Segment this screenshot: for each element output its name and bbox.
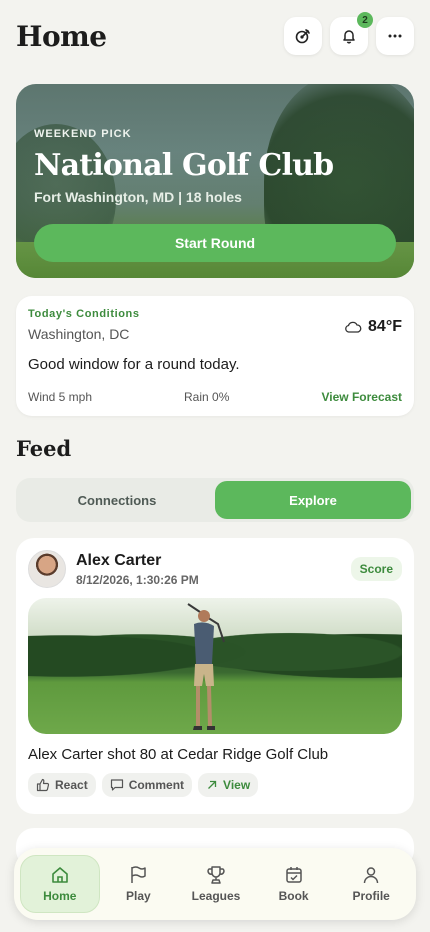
react-label: React — [55, 778, 88, 792]
conditions-message: Good window for a round today. — [28, 356, 240, 373]
feed-post: Alex Carter 8/12/2026, 1:30:26 PM Score … — [16, 538, 414, 814]
header-actions: 2 — [284, 12, 414, 55]
tab-play-label: Play — [126, 889, 151, 903]
conditions-card: Today's Conditions Washington, DC 84°F G… — [16, 296, 414, 416]
tab-home[interactable]: Home — [20, 855, 100, 913]
more-button[interactable] — [376, 17, 414, 55]
post-meta: Alex Carter 8/12/2026, 1:30:26 PM — [76, 552, 199, 587]
view-button[interactable]: View — [198, 773, 259, 797]
tab-leagues-label: Leagues — [191, 889, 241, 903]
header: Home 2 — [16, 12, 414, 56]
comment-icon — [110, 778, 124, 792]
wind-stat: Wind 5 mph — [28, 390, 93, 404]
featured-course-card[interactable]: WEEKEND PICK National Golf Club Fort Was… — [16, 84, 414, 278]
comment-button[interactable]: Comment — [101, 773, 193, 797]
feed-segmented-control: Connections Explore — [16, 478, 414, 522]
thumbs-up-icon — [36, 778, 50, 792]
target-icon — [295, 28, 311, 44]
tab-profile[interactable]: Profile — [332, 855, 410, 913]
post-image[interactable] — [28, 598, 402, 734]
cloud-icon — [344, 320, 362, 334]
flag-icon — [128, 865, 148, 885]
tab-profile-label: Profile — [352, 889, 390, 903]
temperature: 84°F — [344, 318, 402, 336]
view-label: View — [223, 778, 251, 792]
golfer-figure — [187, 603, 225, 730]
post-author[interactable]: Alex Carter — [76, 552, 199, 570]
bottom-tab-bar: Home Play Leagues Book Profile — [14, 848, 416, 920]
tab-connections[interactable]: Connections — [19, 481, 215, 519]
arrow-up-right-icon — [206, 779, 218, 791]
tab-play[interactable]: Play — [100, 855, 178, 913]
post-header: Alex Carter 8/12/2026, 1:30:26 PM Score — [28, 550, 402, 588]
avatar[interactable] — [28, 550, 66, 588]
user-icon — [361, 865, 381, 885]
page-title: Home — [16, 19, 107, 53]
react-button[interactable]: React — [28, 773, 96, 797]
tab-book-label: Book — [278, 889, 309, 903]
post-actions: React Comment View — [28, 773, 402, 797]
tab-book[interactable]: Book — [255, 855, 333, 913]
scan-button[interactable] — [284, 17, 322, 55]
bell-icon — [341, 28, 357, 44]
comment-label: Comment — [128, 778, 185, 792]
conditions-stats: Wind 5 mph Rain 0% View Forecast — [28, 390, 402, 404]
home-icon — [50, 865, 70, 885]
post-date: 8/12/2026, 1:30:26 PM — [76, 572, 199, 587]
tab-home-label: Home — [43, 889, 77, 903]
view-forecast-link[interactable]: View Forecast — [322, 390, 402, 404]
more-icon — [387, 28, 403, 44]
course-details: Fort Washington, MD | 18 holes — [34, 189, 242, 205]
hero-content: WEEKEND PICK National Golf Club Fort Was… — [34, 128, 396, 205]
tab-leagues[interactable]: Leagues — [177, 855, 255, 913]
course-name: National Golf Club — [34, 148, 334, 183]
temperature-value: 84°F — [368, 318, 402, 335]
notification-badge: 2 — [357, 12, 373, 28]
notifications-button[interactable]: 2 — [330, 12, 373, 55]
calendar-check-icon — [284, 865, 304, 885]
hero-eyebrow: WEEKEND PICK — [34, 128, 132, 140]
post-text: Alex Carter shot 80 at Cedar Ridge Golf … — [28, 746, 329, 763]
feed-title: Feed — [16, 436, 72, 461]
score-badge: Score — [350, 557, 402, 581]
tab-explore[interactable]: Explore — [215, 481, 411, 519]
rain-stat: Rain 0% — [184, 390, 230, 404]
start-round-button[interactable]: Start Round — [34, 224, 396, 262]
trophy-icon — [206, 865, 226, 885]
